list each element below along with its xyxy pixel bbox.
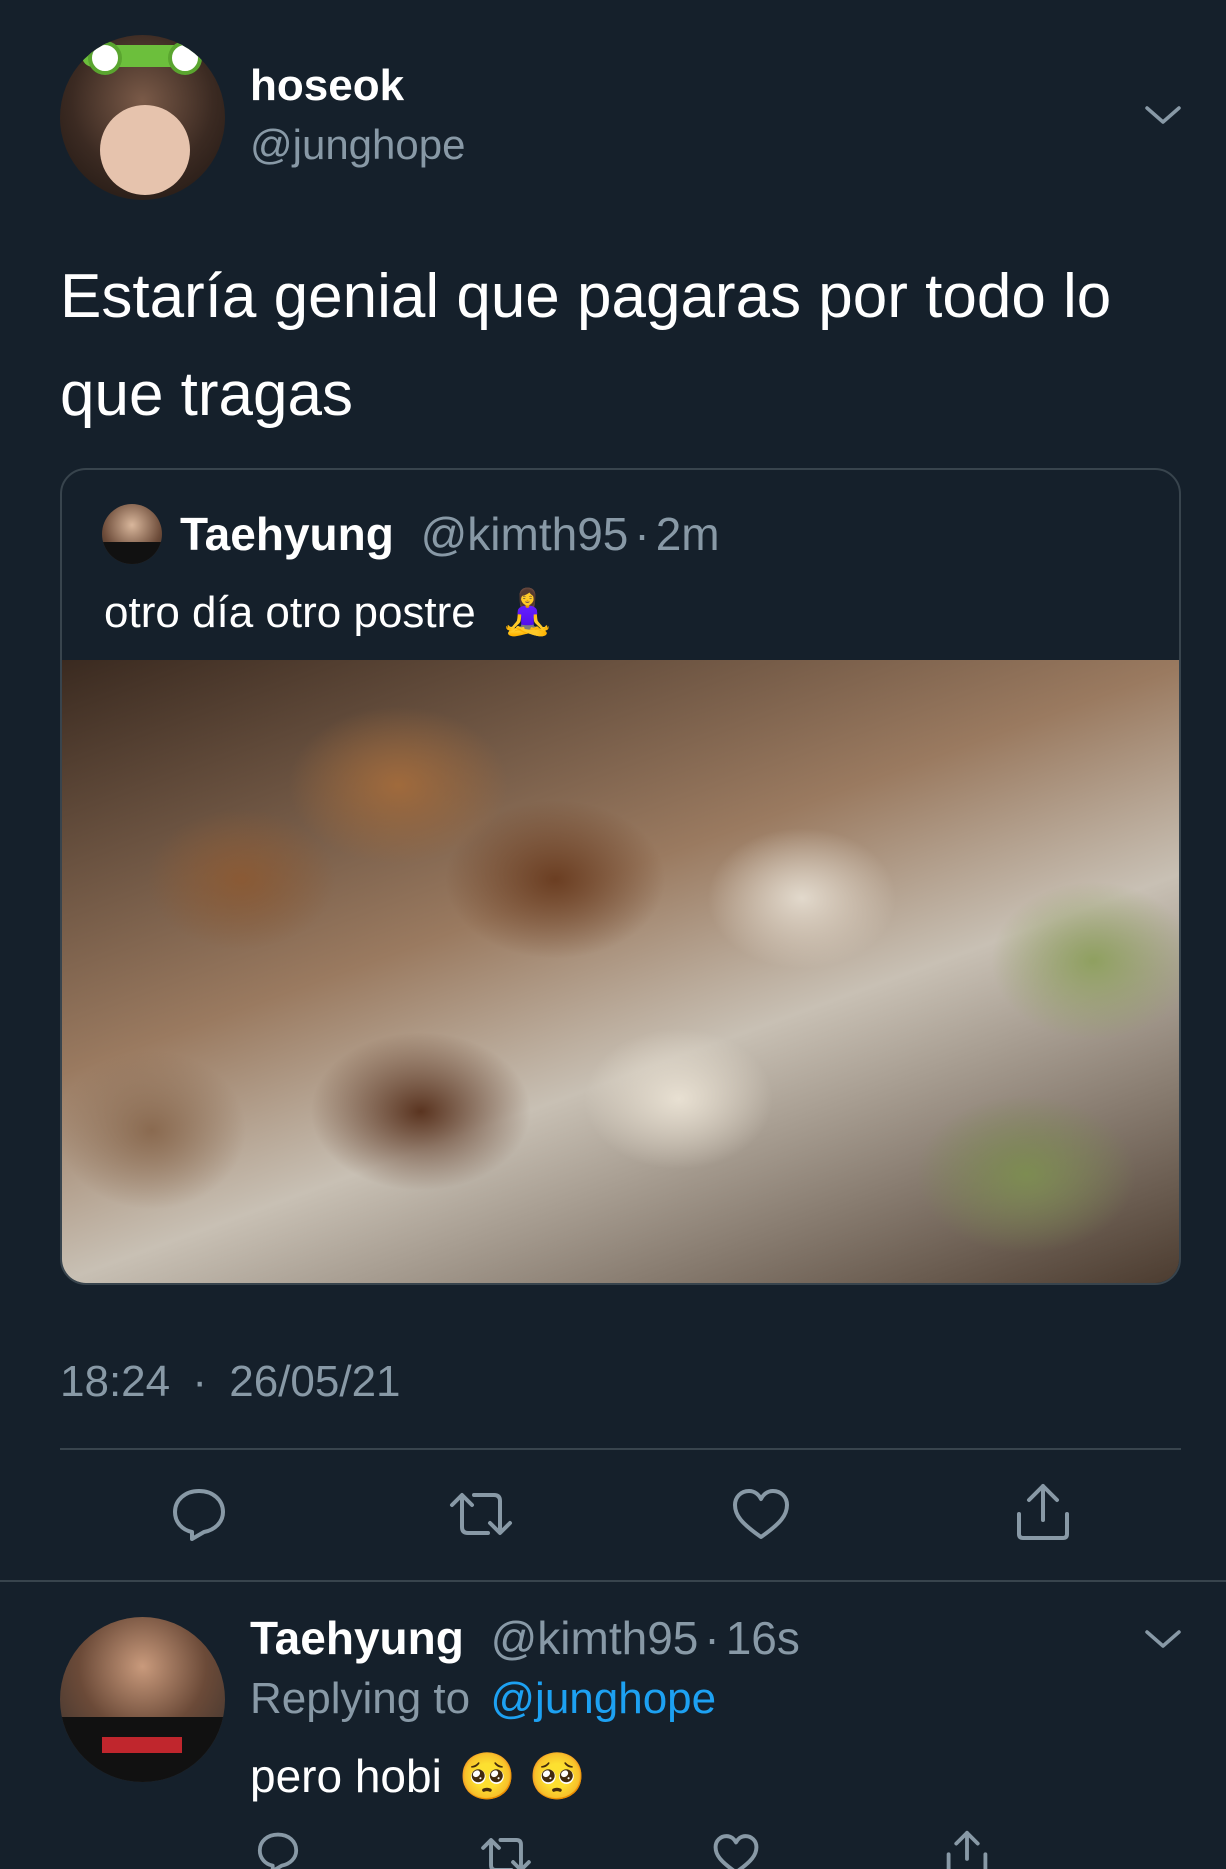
quoted-header: Taehyung @kimth95 · 2m — [180, 506, 720, 562]
pleading-emoji: 🥺 🥺 — [458, 1750, 586, 1802]
reply-header: Taehyung @kimth95 · 16s — [250, 1610, 800, 1666]
quoted-text-line: otro día otro postre 🧘‍♀️ — [104, 586, 555, 640]
quoted-display-name[interactable]: Taehyung — [180, 508, 394, 560]
avatar[interactable] — [60, 1617, 225, 1782]
replying-to-line: Replying to @junghope — [250, 1672, 716, 1726]
meditating-emoji: 🧘‍♀️ — [500, 588, 555, 637]
avatar-eye-right — [168, 41, 202, 75]
reply-text-line: pero hobi 🥺 🥺 — [250, 1748, 586, 1804]
avatar[interactable] — [102, 504, 162, 564]
like-button[interactable] — [731, 1487, 791, 1543]
display-name[interactable]: hoseok — [250, 60, 404, 112]
tweet-text: Estaría genial que pagaras por todo lo q… — [60, 262, 1112, 429]
quoted-tweet-card[interactable]: Taehyung @kimth95 · 2m otro día otro postr… — [60, 468, 1181, 1285]
chevron-down-icon[interactable] — [1143, 100, 1183, 130]
avatar-eye-left — [88, 41, 122, 75]
reply-icon — [173, 1489, 225, 1541]
separator-dot: · — [634, 508, 650, 560]
quoted-text: otro día otro postre — [104, 588, 476, 637]
separator-dot: · — [192, 1357, 207, 1406]
avatar[interactable] — [60, 35, 225, 200]
retweet-button[interactable] — [448, 1485, 514, 1543]
like-icon — [733, 1489, 789, 1539]
share-button[interactable] — [944, 1828, 990, 1869]
separator-dot: · — [704, 1612, 720, 1664]
tweet-time[interactable]: 18:24 — [60, 1357, 170, 1406]
reply-icon — [257, 1832, 299, 1869]
avatar-shirt — [102, 542, 162, 564]
replying-to-label: Replying to — [250, 1674, 471, 1723]
share-button[interactable] — [1013, 1480, 1073, 1542]
reply-display-name[interactable]: Taehyung — [250, 1612, 464, 1664]
reply-button[interactable] — [256, 1830, 300, 1869]
retweet-button[interactable] — [480, 1832, 532, 1869]
share-icon — [946, 1830, 988, 1869]
reply-button[interactable] — [170, 1485, 228, 1543]
timestamp[interactable]: 16s — [726, 1612, 800, 1664]
chevron-down-icon[interactable] — [1143, 1624, 1183, 1654]
quoted-handle[interactable]: @kimth95 — [421, 508, 629, 560]
tweet-date[interactable]: 26/05/21 — [229, 1357, 400, 1406]
timestamp[interactable]: 2m — [656, 508, 720, 560]
retweet-icon — [481, 1838, 531, 1869]
reply-handle[interactable]: @kimth95 — [491, 1612, 699, 1664]
replying-to-handle[interactable]: @junghope — [490, 1674, 716, 1723]
avatar-shirt-print — [102, 1737, 182, 1753]
avatar-face — [100, 105, 190, 195]
share-icon — [1017, 1484, 1069, 1540]
reply-text: pero hobi — [250, 1750, 442, 1802]
divider — [0, 1580, 1226, 1582]
tweet-timestamp: 18:24 · 26/05/21 — [60, 1355, 401, 1409]
divider — [60, 1448, 1181, 1450]
like-button[interactable] — [712, 1833, 760, 1869]
like-icon — [713, 1834, 759, 1869]
user-handle[interactable]: @junghope — [250, 120, 465, 170]
retweet-icon — [450, 1493, 512, 1535]
croissants-photo[interactable] — [62, 660, 1179, 1283]
